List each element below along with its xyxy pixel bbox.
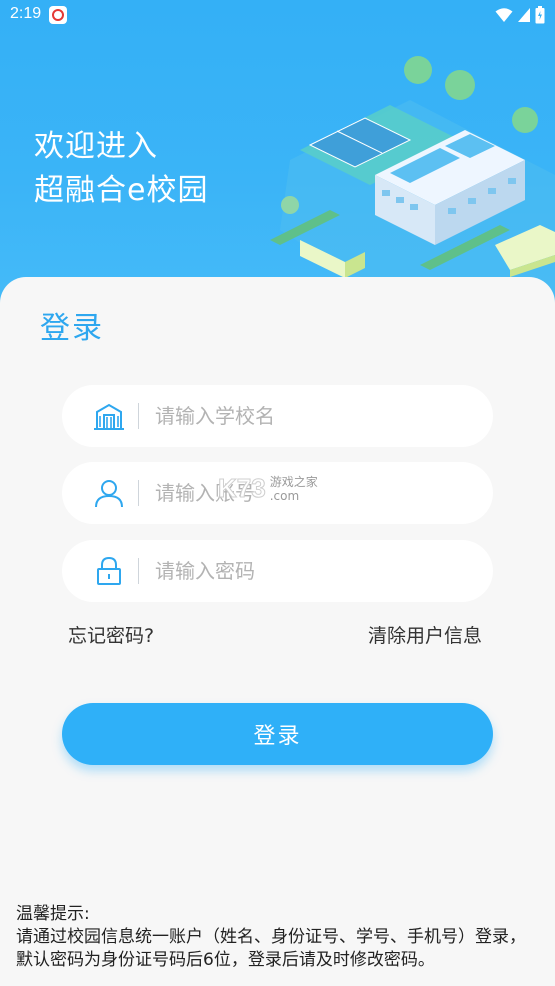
forgot-password-link[interactable]: 忘记密码?	[68, 621, 154, 648]
username-field[interactable]	[62, 462, 493, 524]
tips-text: 温馨提示: 请通过校园信息统一账户（姓名、身份证号、学号、手机号）登录，默认密码…	[16, 903, 541, 972]
tips-heading: 温馨提示:	[16, 904, 90, 924]
tips-body: 请通过校园信息统一账户（姓名、身份证号、学号、手机号）登录，默认密码为身份证号码…	[16, 927, 526, 970]
wifi-icon	[495, 8, 513, 22]
login-title: 登录	[40, 311, 104, 346]
welcome-text: 欢迎进入 超融合e校园	[34, 125, 208, 213]
login-button[interactable]: 登录	[62, 703, 493, 765]
school-field[interactable]	[62, 385, 493, 447]
welcome-line-1: 欢迎进入	[34, 129, 158, 164]
lock-icon	[89, 551, 129, 591]
status-bar: 2:19	[0, 0, 555, 30]
notification-app-icon	[49, 6, 67, 24]
password-field[interactable]	[62, 540, 493, 602]
status-time: 2:19	[10, 5, 42, 22]
username-input[interactable]	[155, 481, 455, 505]
welcome-line-2: 超融合e校园	[34, 173, 209, 208]
status-icons	[495, 6, 545, 24]
campus-illustration	[270, 56, 555, 300]
field-divider	[138, 558, 139, 584]
signal-icon	[518, 8, 530, 22]
password-input[interactable]	[155, 559, 455, 583]
field-divider	[138, 480, 139, 506]
field-divider	[138, 403, 139, 429]
user-icon	[89, 473, 129, 513]
login-card: 登录 请输入学校名 请输入账号 忘记密码? 清除用户信息 登录 温馨提示: 请通…	[0, 277, 555, 986]
school-input[interactable]	[155, 404, 455, 428]
school-building-icon	[89, 396, 129, 436]
battery-icon	[535, 6, 545, 24]
clear-user-info-link[interactable]: 清除用户信息	[368, 621, 482, 648]
